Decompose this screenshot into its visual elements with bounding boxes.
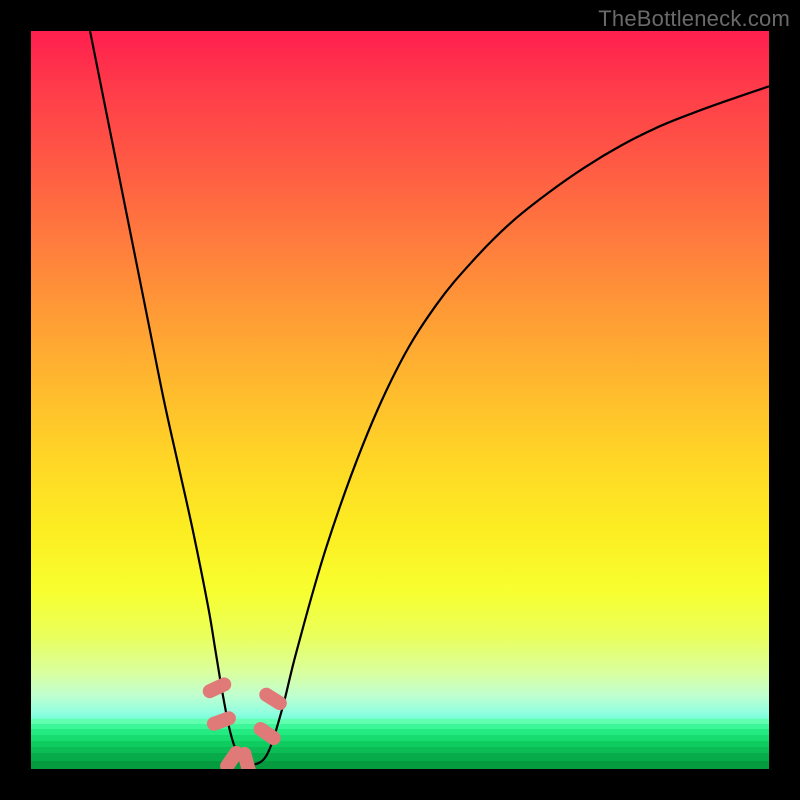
bottleneck-curve	[90, 31, 769, 767]
curve-layer	[31, 31, 769, 769]
chart-frame: TheBottleneck.com	[0, 0, 800, 800]
plot-area	[31, 31, 769, 769]
curve-marker-1	[205, 709, 238, 732]
curve-marker-0	[200, 675, 233, 700]
curve-marker-5	[257, 685, 290, 713]
curve-markers	[200, 675, 289, 769]
watermark-text: TheBottleneck.com	[598, 6, 790, 32]
